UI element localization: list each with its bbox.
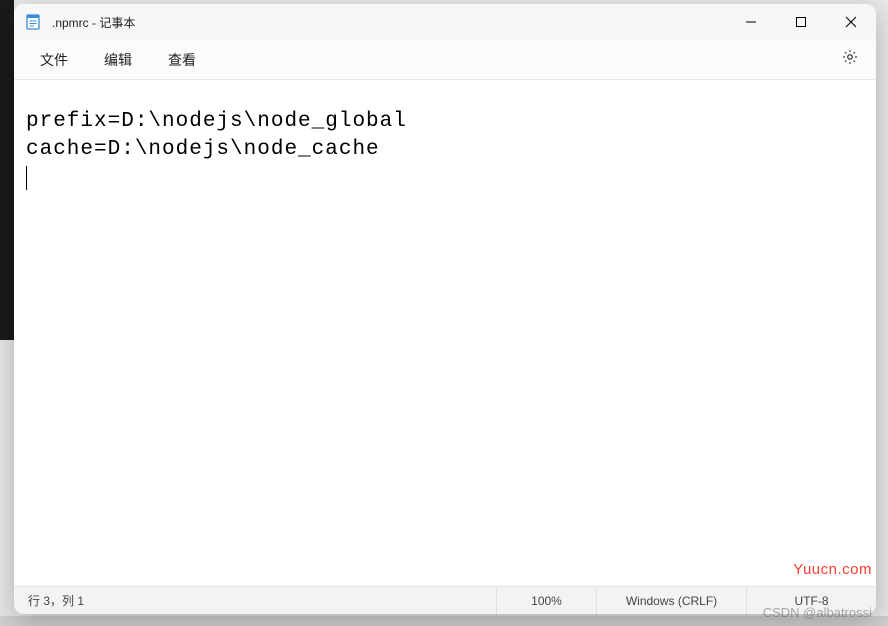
maximize-button[interactable] xyxy=(776,4,826,40)
text-cursor xyxy=(26,166,27,190)
text-editor[interactable]: prefix=D:\nodejs\node_global cache=D:\no… xyxy=(14,80,876,586)
minimize-button[interactable] xyxy=(726,4,776,40)
background-editor-strip xyxy=(0,0,14,340)
menu-file[interactable]: 文件 xyxy=(22,44,86,76)
status-line-ending: Windows (CRLF) xyxy=(596,587,746,614)
editor-line-2: cache=D:\nodejs\node_cache xyxy=(26,138,380,161)
window-title: .npmrc - 记事本 xyxy=(52,14,726,31)
menubar: 文件 编辑 查看 xyxy=(14,40,876,80)
notepad-window: .npmrc - 记事本 文件 编辑 查看 prefi xyxy=(14,4,876,614)
close-button[interactable] xyxy=(826,4,876,40)
status-zoom[interactable]: 100% xyxy=(496,587,596,614)
settings-button[interactable] xyxy=(832,42,868,78)
menu-view[interactable]: 查看 xyxy=(150,44,214,76)
status-position: 行 3，列 1 xyxy=(14,587,496,614)
background-bottom xyxy=(0,616,888,626)
watermark-site: Yuucn.com xyxy=(793,561,872,578)
statusbar: 行 3，列 1 100% Windows (CRLF) UTF-8 xyxy=(14,586,876,614)
titlebar[interactable]: .npmrc - 记事本 xyxy=(14,4,876,40)
notepad-icon xyxy=(24,13,42,31)
watermark-author: CSDN @albatrossi xyxy=(763,605,872,620)
gear-icon xyxy=(841,48,859,71)
menu-edit[interactable]: 编辑 xyxy=(86,44,150,76)
editor-line-1: prefix=D:\nodejs\node_global xyxy=(26,110,407,133)
window-controls xyxy=(726,4,876,40)
